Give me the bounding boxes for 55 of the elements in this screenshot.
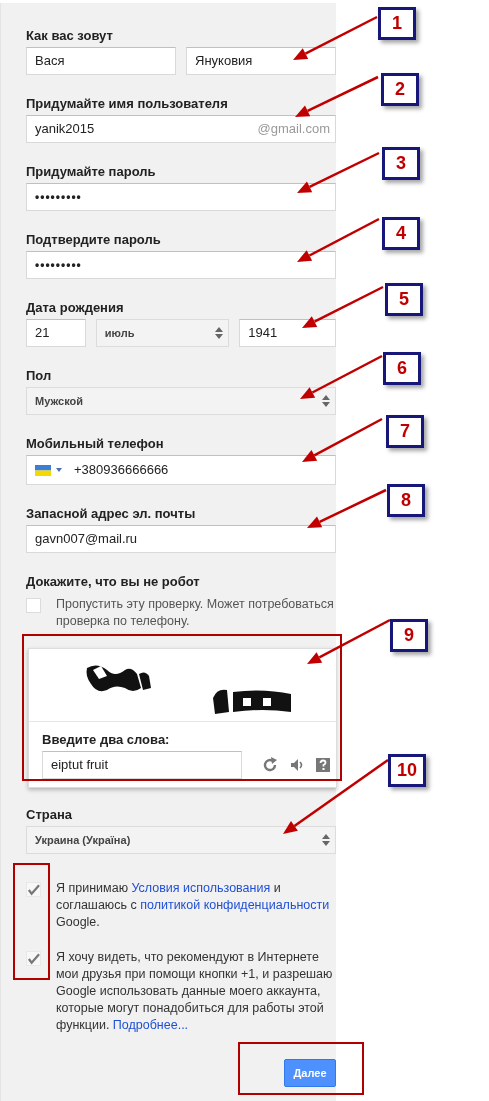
year-field[interactable]: 1941 (239, 319, 336, 347)
field-label: Докажите, что вы не робот (26, 574, 201, 590)
callout-number: 2 (381, 73, 419, 106)
caret-icon (56, 468, 62, 472)
field-label: Придумайте имя пользователя (26, 96, 229, 112)
dropdown-arrows-icon (322, 833, 330, 847)
month-select[interactable]: июль (95, 319, 230, 347)
reload-icon (262, 757, 278, 773)
text-field[interactable]: yanik2015 @gmail.com (26, 115, 336, 143)
callout-number: 1 (378, 7, 416, 40)
field-label: Мобильный телефон (26, 436, 165, 452)
first-name-field[interactable]: Вася (26, 47, 176, 75)
field-label: Как вас зовут (26, 28, 114, 44)
callout-number: 10 (388, 754, 426, 787)
domain-suffix: @gmail.com (257, 120, 330, 138)
dropdown-select[interactable]: Украина (Україна) (26, 826, 336, 854)
check-icon (27, 952, 40, 965)
callout-number: 6 (383, 352, 421, 385)
callout-number: 8 (387, 484, 425, 517)
checkbox-label: Пропустить эту проверку. Может потребоваться проверка по телефону. (56, 596, 335, 630)
dropdown-arrows-icon (215, 326, 224, 340)
dropdown-select[interactable]: Мужской (26, 387, 336, 415)
checkbox[interactable] (26, 882, 41, 897)
password-field[interactable]: ••••••••• (26, 251, 336, 279)
phone-field[interactable]: +380936666666 (26, 455, 336, 485)
field-label: Запасной адрес эл. почты (26, 506, 197, 522)
country-flag-selector[interactable] (35, 464, 62, 476)
field-label: Дата рождения (26, 300, 125, 316)
phone-number: +380936666666 (74, 461, 169, 479)
flag-icon (35, 464, 51, 476)
check-icon (27, 883, 40, 896)
last-name-field[interactable]: Януковия (186, 47, 336, 75)
field-label: Подтвердите пароль (26, 232, 162, 248)
captcha-field[interactable]: eiptut fruit (42, 751, 242, 779)
agreement-text: Я хочу видеть, что рекомендуют в Интернете мои друзья при помощи кнопки +1, и разрешаю Google использовать данные моего аккаунта, которые могут понадобиться для работы этой функции. Подробнее... (56, 949, 334, 1034)
dropdown-arrows-icon (322, 394, 330, 408)
agreement-text: Я принимаю Условия использования и соглашаюсь с политикой конфиденциальности Google. (56, 880, 331, 931)
text-field[interactable]: gavn007@mail.ru (26, 525, 336, 553)
callout-number: 5 (385, 283, 423, 316)
field-label: Придумайте пароль (26, 164, 157, 180)
callout-number: 4 (382, 217, 420, 250)
callout-number: 3 (382, 147, 420, 180)
link[interactable]: Условия использования (131, 881, 271, 895)
day-field[interactable]: 21 (26, 319, 86, 347)
field-label: Страна (26, 807, 73, 823)
password-field[interactable]: ••••••••• (26, 183, 336, 211)
link[interactable]: Подробнее... (112, 1018, 189, 1032)
checkbox[interactable] (26, 951, 41, 966)
speaker-icon (290, 758, 304, 772)
help-icon (316, 758, 330, 772)
link[interactable]: политикой конфиденциальности (140, 898, 330, 912)
callout-number: 7 (386, 415, 424, 448)
checkbox[interactable] (26, 598, 41, 613)
field-label: Пол (26, 368, 53, 384)
callout-number: 9 (390, 619, 428, 652)
